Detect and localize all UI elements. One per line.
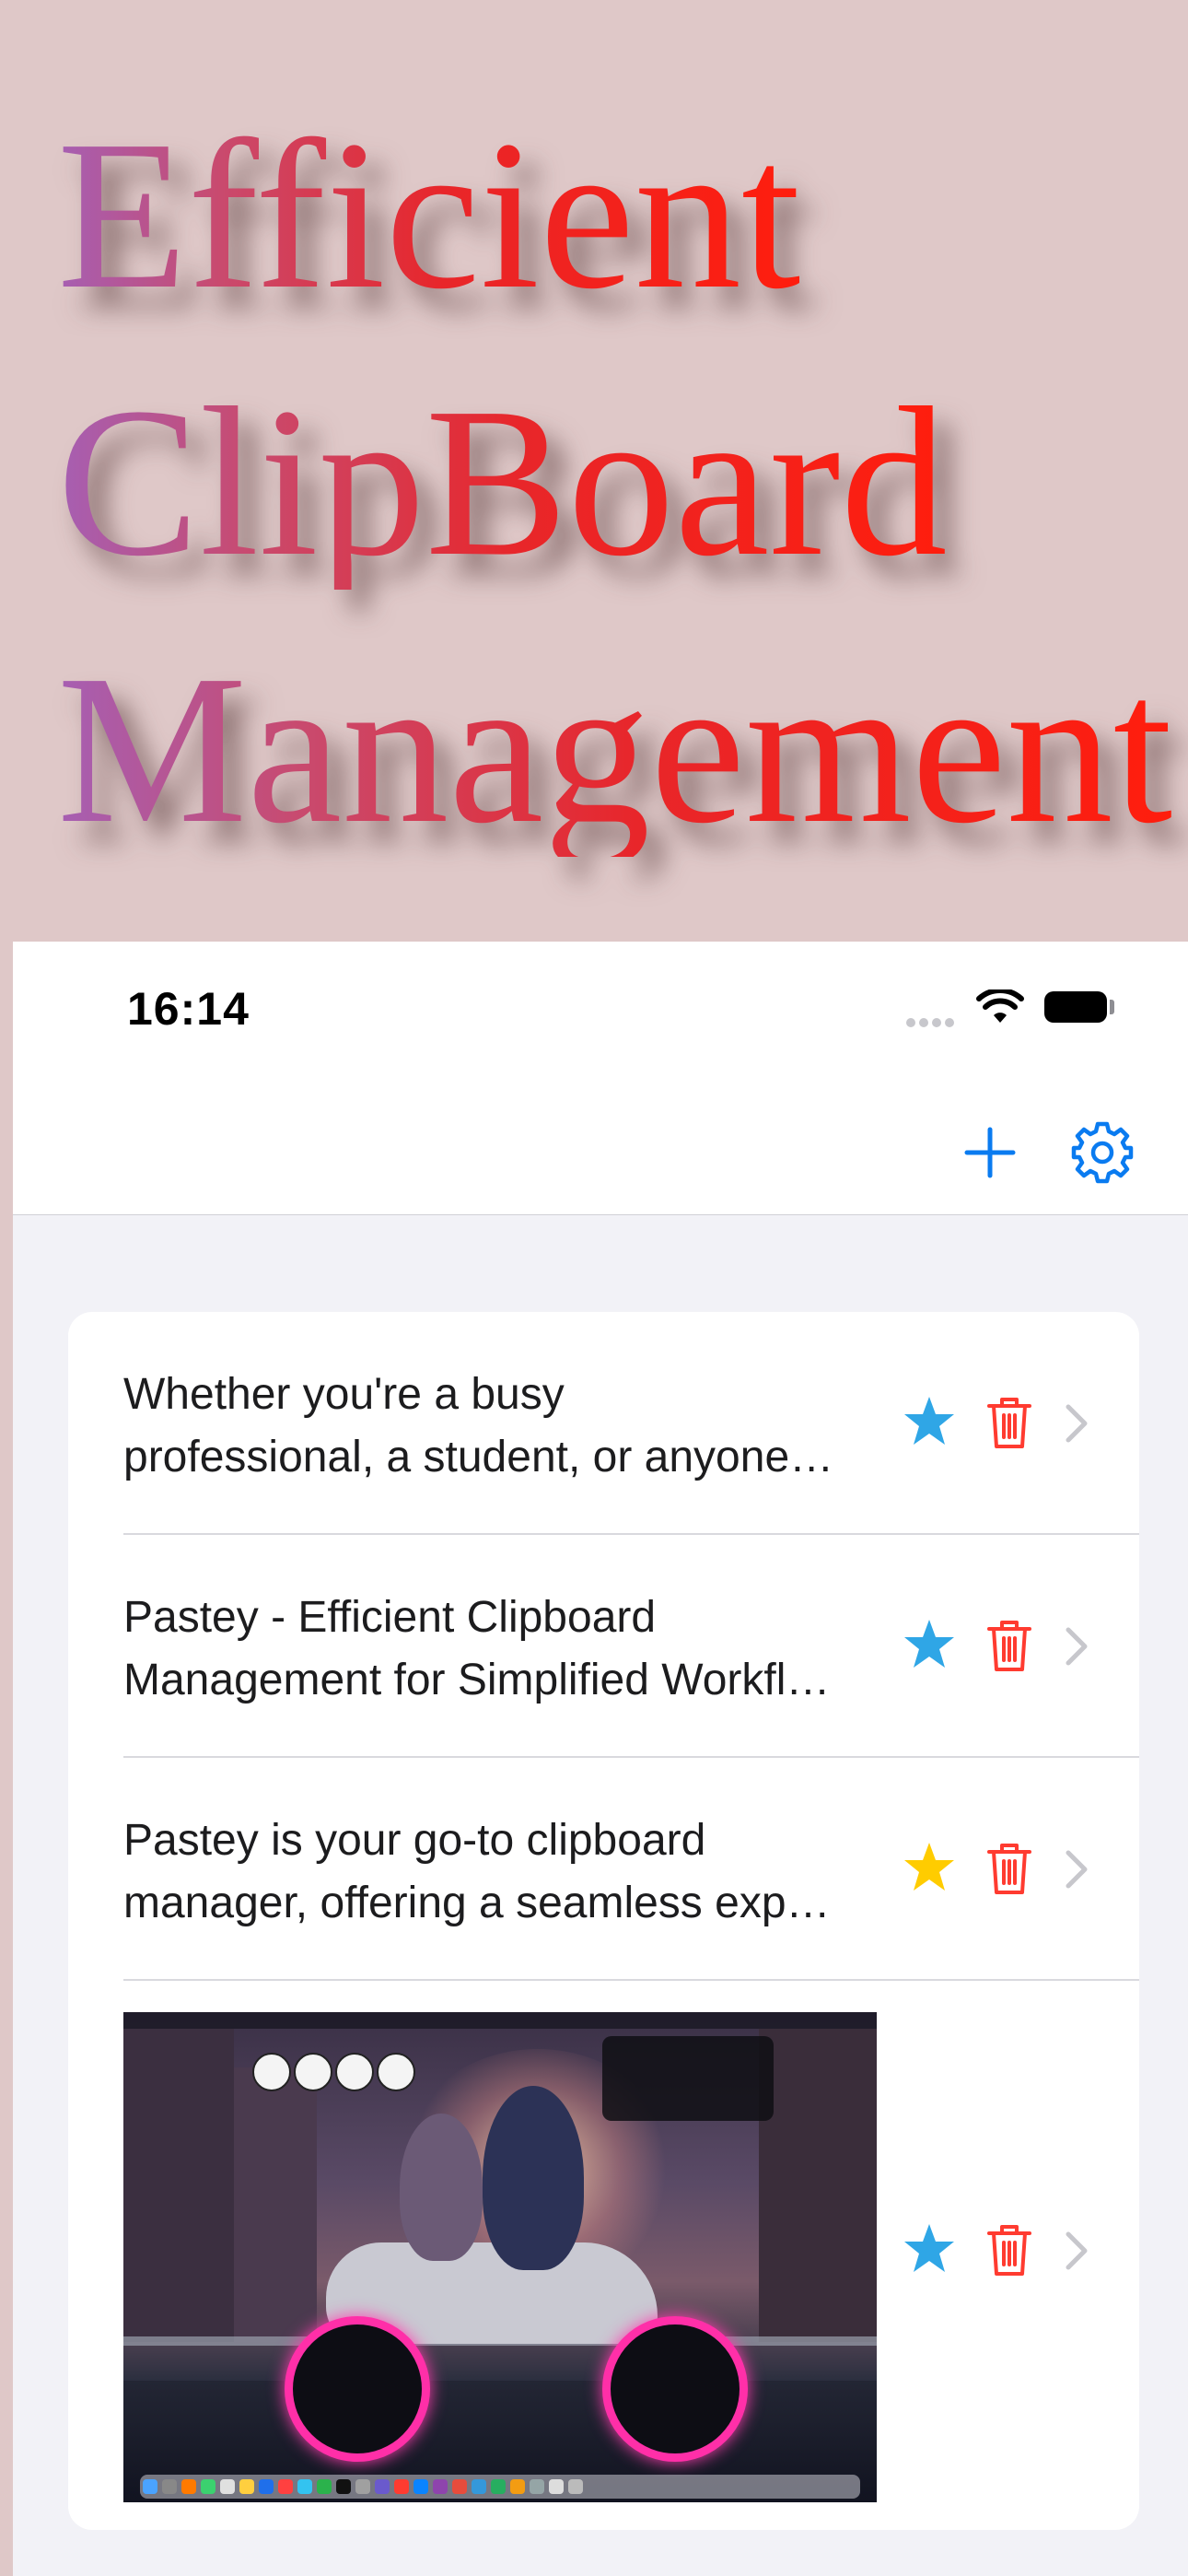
status-time: 16:14 [127,983,250,1035]
navigation-bar [13,1080,1188,1215]
promo-banner: Efficient ClipBoard Management [0,0,1188,942]
clock-widget [252,2053,291,2091]
building [234,2067,317,2344]
promo-title-line-1: Efficient [57,97,801,334]
star-icon[interactable] [903,2222,956,2276]
clip-text: Pastey - Efficient Clipboard Management … [123,1593,831,1704]
trash-icon[interactable] [985,1618,1033,1673]
star-icon[interactable] [903,1618,956,1671]
trash-icon[interactable] [985,2222,1033,2277]
chevron-right-icon[interactable] [1065,1849,1089,1890]
star-icon[interactable] [903,1841,956,1894]
plus-icon[interactable] [961,1124,1019,1181]
menubar [123,2012,877,2029]
chevron-right-icon[interactable] [1065,1626,1089,1667]
wheel [285,2316,430,2462]
chevron-right-icon[interactable] [1065,1403,1089,1444]
battery-icon [1044,991,1107,1023]
star-icon[interactable] [903,1395,956,1448]
clock-widget [335,2053,374,2091]
dock [140,2475,860,2499]
promo-title-line-2: ClipBoard [57,364,948,601]
gear-icon[interactable] [1070,1120,1135,1185]
trash-icon[interactable] [985,1841,1033,1896]
building [123,2029,234,2342]
list-item[interactable]: Whether you're a busy professional, a st… [68,1312,1139,1535]
clock-widget [377,2053,415,2091]
trash-icon[interactable] [985,1395,1033,1450]
battery-cap [1110,1000,1114,1014]
rider [400,2113,483,2261]
chevron-right-icon[interactable] [1065,2231,1089,2271]
promo-title-line-3: Management [57,631,1173,868]
clock-widget [294,2053,332,2091]
app-screen: 16:14 Whether you're a busy professional [13,942,1188,2576]
clipboard-list: Whether you're a busy professional, a st… [68,1312,1139,2530]
wifi-icon [976,989,1024,1023]
clip-text: Pastey is your go-to clipboard manager, … [123,1816,831,1927]
list-item[interactable] [68,1981,1139,2530]
status-bar: 16:14 [13,942,1188,1080]
stocks-widget [602,2036,774,2121]
building [759,2029,877,2342]
clip-image-thumbnail [123,2012,877,2502]
rider [483,2086,584,2270]
cellular-signal-icon [906,1015,963,1028]
clip-text: Whether you're a busy professional, a st… [123,1370,834,1481]
wheel [602,2316,748,2462]
list-item[interactable]: Pastey is your go-to clipboard manager, … [68,1758,1139,1981]
list-item[interactable]: Pastey - Efficient Clipboard Management … [68,1535,1139,1758]
